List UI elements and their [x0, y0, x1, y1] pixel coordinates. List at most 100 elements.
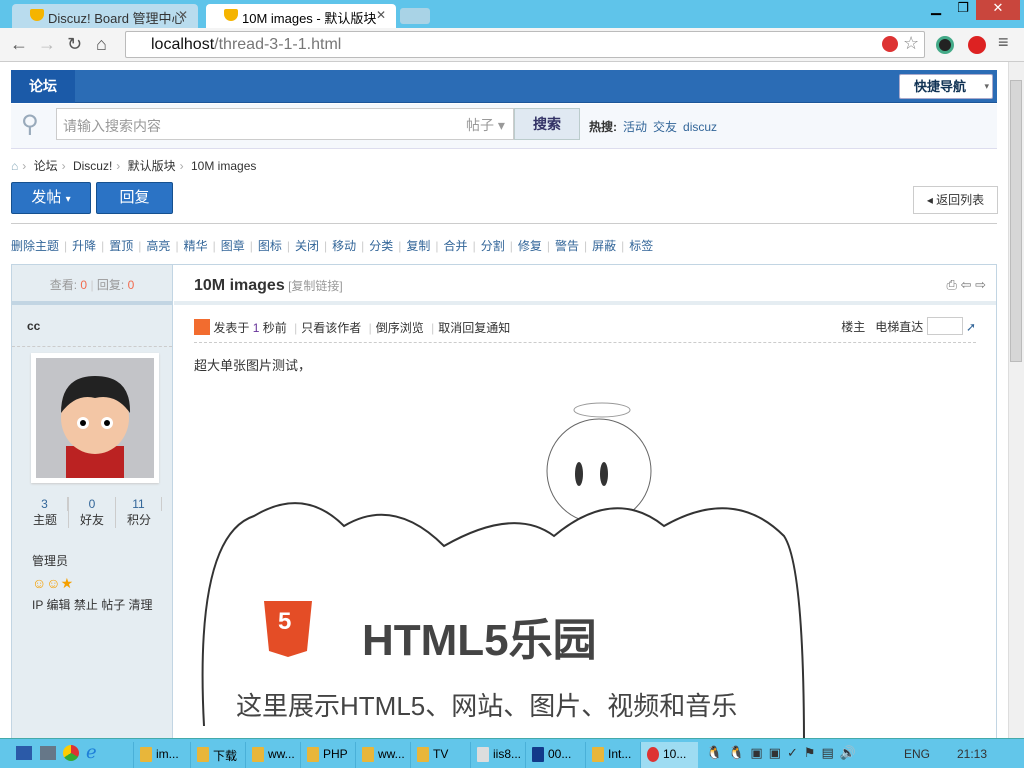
- mod-action[interactable]: 分割: [481, 239, 505, 253]
- hot-link[interactable]: 交友: [653, 120, 677, 134]
- mod-action[interactable]: 标签: [629, 239, 653, 253]
- mod-action[interactable]: 置顶: [109, 239, 133, 253]
- separator: |: [435, 239, 439, 253]
- stop-extension-icon[interactable]: [968, 36, 986, 54]
- hot-link[interactable]: 活动: [623, 120, 647, 134]
- separator: |: [546, 239, 550, 253]
- scrollbar-thumb[interactable]: [1010, 80, 1022, 362]
- taskbar-item[interactable]: im...: [133, 742, 188, 768]
- nav-forum-home[interactable]: 论坛: [11, 70, 75, 103]
- mod-action[interactable]: 移动: [332, 239, 356, 253]
- home-icon[interactable]: ⌂: [96, 34, 107, 55]
- mod-action[interactable]: 屏蔽: [592, 239, 616, 253]
- separator: |: [138, 239, 142, 253]
- taskbar-item[interactable]: iis8...: [470, 742, 525, 768]
- post-text: 超大单张图片测试，: [194, 358, 312, 373]
- close-tab-icon[interactable]: ✕: [376, 8, 386, 22]
- minimize-button[interactable]: ▁: [922, 0, 950, 20]
- mod-action[interactable]: 图标: [258, 239, 282, 253]
- new-post-button[interactable]: 发帖 ▾: [11, 182, 91, 214]
- search-icon: ⚲: [21, 111, 39, 138]
- separator: |: [509, 239, 513, 253]
- new-tab-button[interactable]: [400, 8, 430, 24]
- back-icon[interactable]: ←: [10, 34, 28, 55]
- close-tab-icon[interactable]: ✕: [178, 8, 188, 22]
- menu-icon[interactable]: ≡: [998, 32, 1009, 53]
- dropdown-arrow-icon: ▾: [984, 81, 989, 91]
- breadcrumb: ⌂ › 论坛 › Discuz! › 默认版块 › 10M images: [11, 159, 257, 173]
- author-name[interactable]: cc: [12, 305, 172, 347]
- mod-action[interactable]: 警告: [555, 239, 579, 253]
- clock[interactable]: 21:13: [957, 747, 987, 761]
- app-icon: [197, 747, 209, 762]
- tray-icons[interactable]: 🐧🐧▣▣✓⚑▤🔊: [706, 745, 862, 761]
- adblock-icon[interactable]: [882, 36, 898, 52]
- post-image[interactable]: 5 HTML5乐园 这里展示HTML5、网站、图片、视频和音乐: [194, 386, 814, 738]
- mod-action[interactable]: 升降: [72, 239, 96, 253]
- reload-icon[interactable]: ↻: [67, 34, 82, 55]
- go-icon[interactable]: ➚: [966, 320, 976, 334]
- mod-action[interactable]: 删除主题: [11, 239, 59, 253]
- forward-icon[interactable]: →: [38, 34, 56, 55]
- language-indicator[interactable]: ENG: [904, 747, 930, 761]
- author-group: 管理员 ☺☺★ IP 编辑 禁止 帖子 清理: [32, 550, 153, 616]
- taskbar-item[interactable]: 10...: [640, 742, 698, 768]
- search-input[interactable]: 请输入搜索内容: [56, 108, 514, 140]
- mod-action[interactable]: 分类: [369, 239, 393, 253]
- separator: |: [175, 239, 179, 253]
- page-viewport: 论坛 快捷导航 ▾ ⚲ 请输入搜索内容 帖子 ▾ 搜索 热搜: 活动 交友 discu…: [0, 62, 1008, 738]
- author-counts: 3 主题 0 好友 11 积分: [22, 497, 162, 528]
- separator: |: [101, 239, 105, 253]
- mod-action[interactable]: 复制: [406, 239, 430, 253]
- count-threads[interactable]: 3 主题: [22, 497, 69, 528]
- ie-icon[interactable]: ℯ: [86, 742, 97, 763]
- show-desktop-icon[interactable]: [16, 746, 32, 760]
- floor-jump-input[interactable]: [926, 317, 963, 335]
- count-credits[interactable]: 11 积分: [116, 497, 162, 528]
- taskbar-item[interactable]: PHP: [300, 742, 355, 768]
- rank-stars-icon: ☺☺★: [32, 575, 74, 591]
- tab-10m-images[interactable]: 10M images - 默认版块 ✕: [206, 4, 396, 28]
- copy-link[interactable]: [复制链接]: [288, 279, 343, 293]
- address-bar[interactable]: localhost/thread-3-1-1.html: [125, 31, 925, 58]
- moderation-toolbar: 删除主题 | 升降 | 置顶 | 高亮 | 精华 | 图章 | 图标 | 关闭 | 移动 | 分类 | 复制 | 合并 | 分割…: [11, 237, 653, 254]
- search-type-select[interactable]: 帖子 ▾: [466, 108, 514, 140]
- taskbar-item[interactable]: 下载: [190, 742, 245, 768]
- separator: |: [583, 239, 588, 253]
- app-icon: [140, 747, 152, 762]
- hot-link[interactable]: discuz: [683, 120, 717, 134]
- separator: |: [324, 239, 328, 253]
- mod-action[interactable]: 关闭: [295, 239, 319, 253]
- chrome-icon[interactable]: [63, 745, 79, 761]
- computer-icon[interactable]: [40, 746, 56, 760]
- taskbar: ℯ im... 下载 ww... PHP ww... TV iis8... 00... Int.…: [0, 738, 1024, 768]
- reply-button[interactable]: 回复: [96, 182, 173, 214]
- mod-action[interactable]: 修复: [518, 239, 542, 253]
- mod-action[interactable]: 图章: [221, 239, 245, 253]
- taskbar-item[interactable]: 00...: [525, 742, 580, 768]
- taskbar-item[interactable]: ww...: [245, 742, 300, 768]
- mod-action[interactable]: 高亮: [146, 239, 170, 253]
- taskbar-item[interactable]: Int...: [585, 742, 640, 768]
- taskbar-item[interactable]: TV: [410, 742, 465, 768]
- home-icon[interactable]: ⌂: [11, 159, 18, 173]
- extension-icon[interactable]: [936, 36, 954, 54]
- mod-action[interactable]: 合并: [444, 239, 468, 253]
- hot-searches: 热搜: 活动 交友 discuz: [589, 120, 718, 134]
- prev-thread-icon[interactable]: ⇦: [961, 277, 972, 292]
- print-icon[interactable]: ⎙: [947, 277, 957, 292]
- bookmark-star-icon[interactable]: ☆: [903, 33, 919, 54]
- back-to-list-button[interactable]: ◂ 返回列表: [913, 186, 998, 214]
- next-thread-icon[interactable]: ⇨: [975, 277, 986, 292]
- search-bar: ⚲ 请输入搜索内容 帖子 ▾ 搜索 热搜: 活动 交友 discuz: [11, 104, 997, 149]
- author-online-icon: [194, 319, 210, 335]
- close-window-button[interactable]: ✕: [976, 0, 1020, 20]
- count-friends[interactable]: 0 好友: [69, 497, 116, 528]
- tab-discuz-admin[interactable]: Discuz! Board 管理中心 ✕: [12, 4, 198, 28]
- restore-button[interactable]: ❐: [950, 0, 976, 20]
- avatar[interactable]: [31, 353, 159, 483]
- taskbar-item[interactable]: ww...: [355, 742, 410, 768]
- search-button[interactable]: 搜索: [514, 108, 580, 140]
- quick-nav-button[interactable]: 快捷导航 ▾: [899, 74, 993, 99]
- mod-action[interactable]: 精华: [184, 239, 208, 253]
